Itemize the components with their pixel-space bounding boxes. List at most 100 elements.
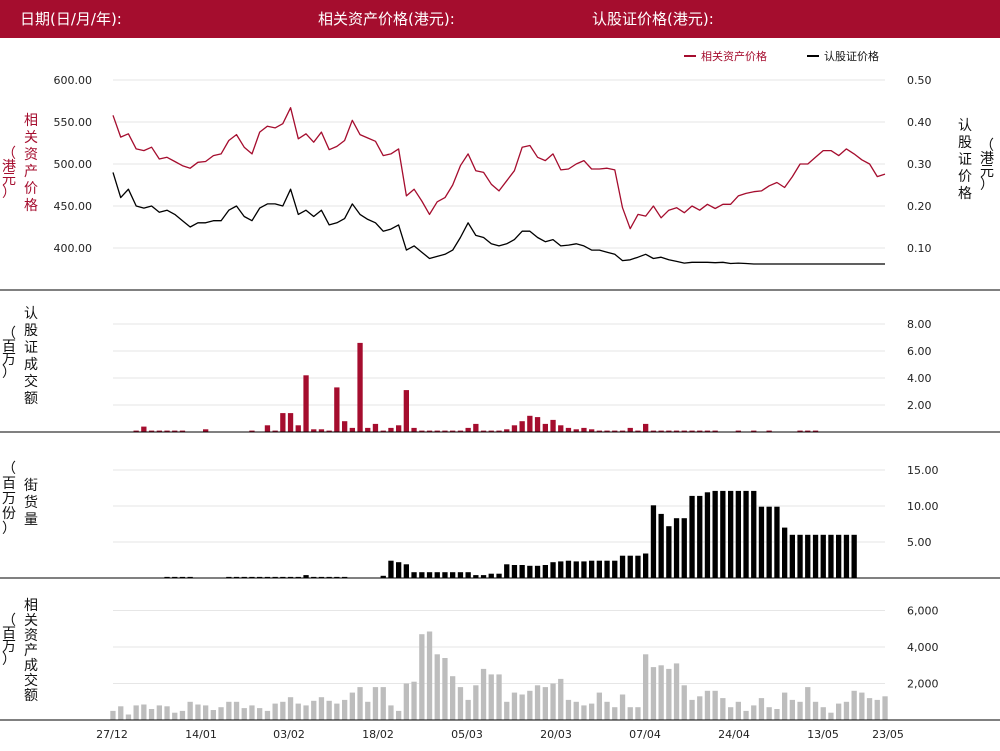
outstanding-bar xyxy=(805,534,811,578)
outstanding-bar xyxy=(635,555,641,578)
x-tick-label: 14/01 xyxy=(185,728,217,741)
underlying-turnover-bar xyxy=(334,703,340,720)
underlying-turnover-bar xyxy=(511,692,518,720)
x-tick-label: 03/02 xyxy=(273,728,305,741)
price-y-right-tick: 0.30 xyxy=(907,158,932,171)
underlying-turnover-bar xyxy=(125,714,132,720)
outstanding-bar xyxy=(527,565,533,578)
underlying-turnover-bar xyxy=(519,694,525,720)
underlying-turnover-bar xyxy=(357,687,363,720)
underlying-turnover-bar xyxy=(218,707,224,720)
underlying-turnover-bar xyxy=(118,706,124,720)
outstanding-bar xyxy=(820,534,826,578)
price-y-right-tick: 0.40 xyxy=(907,116,932,129)
outstanding-bar xyxy=(812,534,819,578)
underlying-turnover-bar xyxy=(372,687,379,720)
underlying-turnover-bar xyxy=(187,701,193,721)
underlying-turnover-bar xyxy=(843,701,850,721)
turnover-bar xyxy=(287,413,294,432)
underlying-turnover-bar xyxy=(396,710,402,720)
turnover-bar xyxy=(334,387,340,432)
underlying-turnover-bar xyxy=(812,701,819,721)
outstanding-bar xyxy=(496,573,502,578)
turnover-bar xyxy=(264,425,271,433)
underlying-turnover-bar xyxy=(403,683,409,720)
underlying-turnover-bar xyxy=(697,696,703,720)
underlying-turnover-bar xyxy=(866,698,873,720)
underlying-turnover-bar xyxy=(388,705,394,720)
outstanding-bar xyxy=(673,518,680,578)
outstanding-bar xyxy=(612,560,618,578)
underlying-turnover-bar xyxy=(249,705,255,720)
underlying-turnover-bar xyxy=(488,674,494,720)
y-left-axis-unit: （港元） xyxy=(2,146,16,201)
turnover-bar xyxy=(527,415,533,432)
underlying-turnover-bar xyxy=(782,692,788,720)
underlying-turnover-bar xyxy=(789,699,795,720)
turnover-bar xyxy=(643,423,649,432)
outstanding-bar xyxy=(589,560,595,578)
underlying-turnover-bar xyxy=(148,709,155,720)
outstanding-axis-title: 街货量 xyxy=(24,478,38,528)
underlying-turnover-bar xyxy=(442,658,448,720)
underlying-turnover-bar xyxy=(179,710,186,720)
underlying-turnover-y-tick: 4,000 xyxy=(907,641,939,654)
outstanding-axis-unit: （百万份） xyxy=(2,461,16,537)
underlying-turnover-bar xyxy=(596,692,602,720)
price-y-right-tick: 0.50 xyxy=(907,74,932,87)
underlying-turnover-bar xyxy=(164,706,170,720)
underlying-turnover-bar xyxy=(627,707,633,720)
turnover-axis-title: 认股证成交额 xyxy=(24,306,38,407)
outstanding-bar xyxy=(627,555,633,578)
turnover-bar xyxy=(542,423,548,432)
underlying-turnover-bar xyxy=(758,698,765,720)
outstanding-bar xyxy=(442,572,448,578)
underlying-turnover-bar xyxy=(859,692,865,720)
price-y-right-tick: 0.20 xyxy=(907,200,932,213)
turnover-bar xyxy=(550,419,556,433)
turnover-bar xyxy=(558,425,564,433)
turnover-bar xyxy=(519,421,525,432)
x-tick-label: 27/12 xyxy=(96,728,128,741)
turnover-bar xyxy=(349,427,355,432)
outstanding-y-tick: 15.00 xyxy=(907,464,939,477)
underlying-turnover-y-tick: 2,000 xyxy=(907,678,939,691)
underlying-turnover-bar xyxy=(828,712,834,720)
underlying-turnover-bar xyxy=(365,701,371,721)
y-right-axis-unit: （港元） xyxy=(980,138,994,193)
underlying-turnover-bar xyxy=(473,685,479,720)
outstanding-bar xyxy=(797,534,803,578)
outstanding-bar xyxy=(450,572,456,578)
underlying-turnover-bar xyxy=(542,687,548,720)
turnover-bar xyxy=(295,425,301,433)
turnover-bar xyxy=(511,425,518,433)
underlying-turnover-axis-unit: （百万） xyxy=(2,613,16,668)
legend-warrant-label: 认股证价格 xyxy=(824,49,879,63)
price-y-left-tick: 500.00 xyxy=(54,158,93,171)
turnover-bar xyxy=(534,417,541,432)
underlying-turnover-bar xyxy=(326,700,332,720)
outstanding-bar xyxy=(689,495,695,578)
x-tick-label: 05/03 xyxy=(451,728,483,741)
outstanding-bar xyxy=(658,513,664,578)
x-tick-label: 18/02 xyxy=(362,728,394,741)
underlying-turnover-bar xyxy=(318,697,325,720)
outstanding-bar xyxy=(681,518,687,578)
underlying-turnover-bar xyxy=(480,668,487,720)
turnover-bar xyxy=(581,427,587,432)
underlying-turnover-bar xyxy=(658,665,664,721)
underlying-turnover-bar xyxy=(589,703,595,720)
underlying-turnover-bar xyxy=(550,683,556,720)
underlying-turnover-bar xyxy=(195,704,201,720)
y-right-axis-title: 认股证价格 xyxy=(958,118,972,202)
underlying-turnover-bar xyxy=(172,712,178,720)
underlying-turnover-bar xyxy=(380,687,386,720)
outstanding-bar xyxy=(573,561,579,578)
x-tick-label: 24/04 xyxy=(718,728,750,741)
turnover-y-tick: 8.00 xyxy=(907,318,932,331)
underlying-turnover-bar xyxy=(565,699,572,720)
outstanding-bar xyxy=(388,560,394,578)
underlying-turnover-bar xyxy=(241,708,247,720)
underlying-turnover-bar xyxy=(141,704,147,720)
turnover-bar xyxy=(388,427,394,432)
